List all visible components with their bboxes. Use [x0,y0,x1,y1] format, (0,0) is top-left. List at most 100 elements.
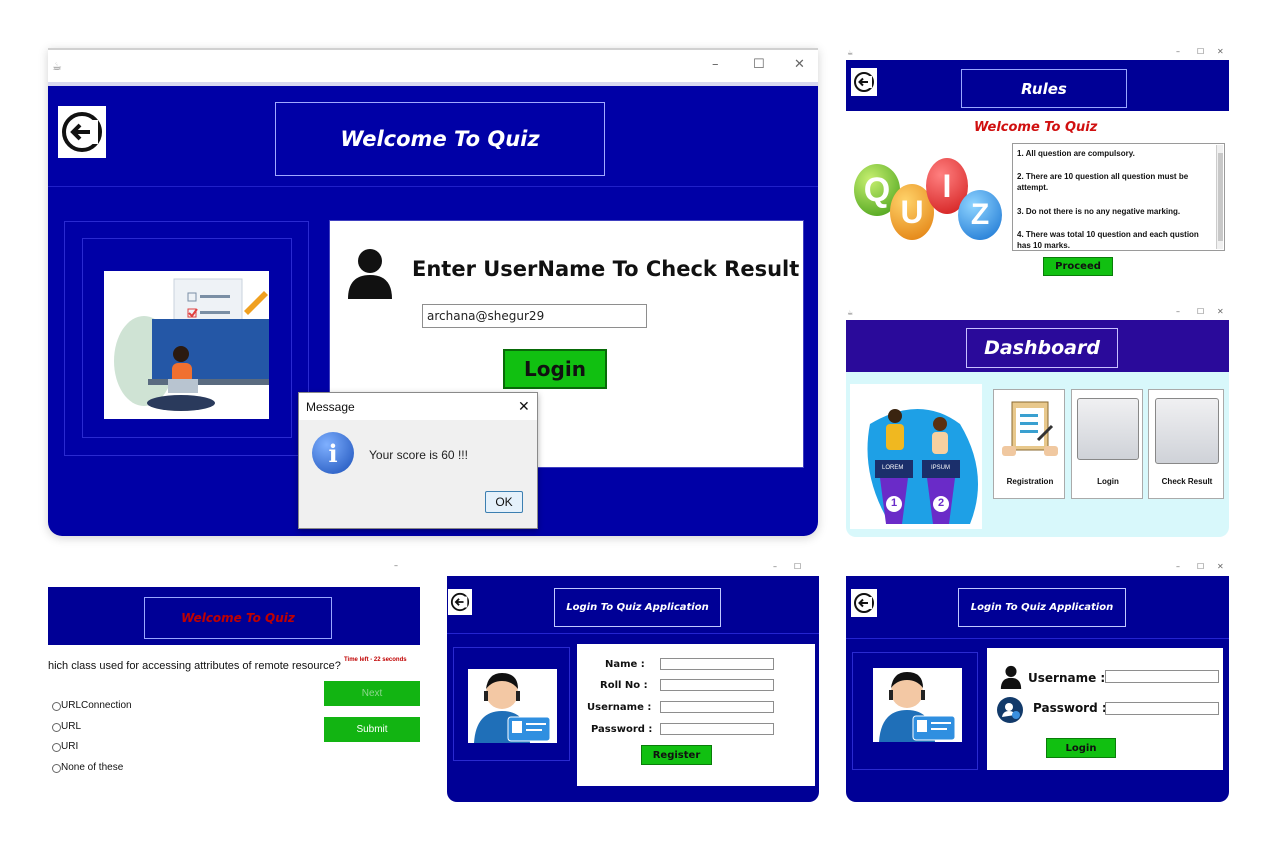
minimize-button[interactable]: – [773,563,777,571]
close-button[interactable]: ✕ [1217,308,1224,316]
login-button[interactable]: Login [503,349,607,389]
register-button[interactable]: Register [641,745,712,765]
dialog-title-bar: Message ✕ [299,393,537,420]
roll-no-input[interactable] [660,679,774,691]
logout-icon [854,72,874,92]
window-title: Login To Quiz Application [958,588,1126,627]
message-dialog: Message ✕ i Your score is 60 !!! OK [298,392,538,529]
option-radio-1[interactable] [52,702,61,711]
close-button[interactable]: ✕ [1217,563,1224,571]
minimize-button[interactable]: – [1176,563,1180,571]
register-body: Login To Quiz Application Name : Roll No… [447,576,819,802]
username-input[interactable] [660,701,774,713]
minimize-button[interactable]: – [1176,308,1180,316]
heading: Enter UserName To Check Result [412,257,800,281]
timer-text: Time left - 22 seconds [344,657,407,663]
rule-3: 3. Do not there is no any negative marki… [1017,207,1181,216]
person-laptop-illustration [114,278,270,411]
title-bar: ☕ – ☐ ✕ [48,48,818,84]
rule-4: 4. There was total 10 question and each … [1017,230,1199,250]
dialog-message: Your score is 60 !!! [369,448,468,462]
logout-icon [450,592,470,612]
option-radio-2[interactable] [52,723,61,732]
rules-header: Rules [846,60,1229,111]
window-title-text: Welcome To Quiz [340,127,540,151]
minimize-button[interactable]: – [1176,48,1180,56]
check-result-card[interactable]: Check Result [1148,389,1224,499]
name-label: Name : [605,659,645,670]
option-radio-3[interactable] [52,743,61,752]
dashboard-body: LOREM IPSUM 1 2 Registration Login Check… [846,372,1229,537]
username-label: Username : [1028,671,1106,685]
next-button[interactable]: Next [324,681,420,706]
proceed-button[interactable]: Proceed [1043,257,1113,276]
maximize-button[interactable]: ☐ [1197,563,1204,571]
maximize-button[interactable]: ☐ [753,58,765,71]
window-title: Welcome To Quiz [275,102,605,176]
close-button[interactable]: ✕ [794,58,805,71]
window-title: Rules [961,69,1127,108]
roll-no-label: Roll No : [600,680,648,691]
clipboard-icon [1002,401,1058,456]
window-title: Welcome To Quiz [144,597,332,639]
avatar [468,669,557,743]
rule-1: 1. All question are compulsory. [1017,149,1135,158]
rule-2: 2. There are 10 question all question mu… [1017,172,1189,192]
register-window: – ☐ Login To Quiz Application Name : Rol… [447,562,819,802]
window-title: Login To Quiz Application [554,588,721,627]
username-input[interactable] [1105,670,1219,683]
back-button[interactable] [448,589,472,615]
question-header: Welcome To Quiz [48,587,420,645]
podium-illustration: LOREM IPSUM 1 2 [850,384,982,529]
scrollbar[interactable] [1216,145,1223,249]
quiz-logo: Q U I Z [852,154,1008,250]
password-user-icon [997,697,1023,723]
back-button[interactable] [851,589,877,617]
option-radio-4[interactable] [52,764,61,773]
maximize-button[interactable]: ☐ [1197,48,1204,56]
back-button[interactable] [58,106,106,158]
login-card-label: Login [1097,477,1119,486]
register-form: Name : Roll No : Username : Password : R… [577,644,815,786]
minimize-button[interactable]: – [712,58,719,71]
rules-list[interactable]: 1. All question are compulsory. 2. There… [1012,143,1225,251]
podium-number-1: 1 [891,497,898,509]
option-label-1: URLConnection [61,700,132,711]
close-button[interactable]: ✕ [1217,48,1224,56]
dashboard-window: ☕ – ☐ ✕ Dashboard LOREM IPSUM 1 2 Regist… [846,307,1229,537]
back-button[interactable] [851,68,877,96]
quiz-ball-z: Z [958,190,1002,240]
dialog-close-button[interactable]: ✕ [518,398,530,415]
password-input[interactable] [1105,702,1219,715]
maximize-button[interactable]: ☐ [794,563,801,571]
podium-number-2: 2 [938,497,945,509]
maximize-button[interactable]: ☐ [1197,308,1204,316]
ok-button[interactable]: OK [485,491,523,513]
check-result-card-image [1155,398,1219,464]
username-input[interactable]: archana@shegur29 [422,304,647,328]
name-input[interactable] [660,658,774,670]
option-label-2: URL [61,721,82,732]
check-result-card-label: Check Result [1161,477,1213,486]
login-form: Username : Password : Login [987,648,1223,770]
illustration [104,271,270,419]
window-title-text: Rules [1021,79,1067,98]
register-label: Register [652,749,701,761]
login-card[interactable]: Login [1071,389,1143,499]
password-label: Password : [1033,701,1107,715]
login-window: – ☐ ✕ Login To Quiz Application Username… [846,562,1229,802]
login-body: Login To Quiz Application Username : Pas… [846,576,1229,802]
rules-subtitle: Welcome To Quiz [974,120,1098,135]
minimize-button[interactable]: – [394,562,398,570]
submit-button[interactable]: Submit [324,717,420,742]
logout-icon [854,593,874,613]
password-input[interactable] [660,723,774,735]
next-label: Next [361,688,383,699]
login-button[interactable]: Login [1046,738,1116,758]
question-text: hich class used for accessing attributes… [48,660,341,672]
registration-card[interactable]: Registration [993,389,1065,499]
ok-label: OK [495,495,513,509]
podium-label-1: LOREM [882,465,904,471]
submit-label: Submit [356,724,388,735]
window-title-text: Dashboard [984,337,1100,359]
